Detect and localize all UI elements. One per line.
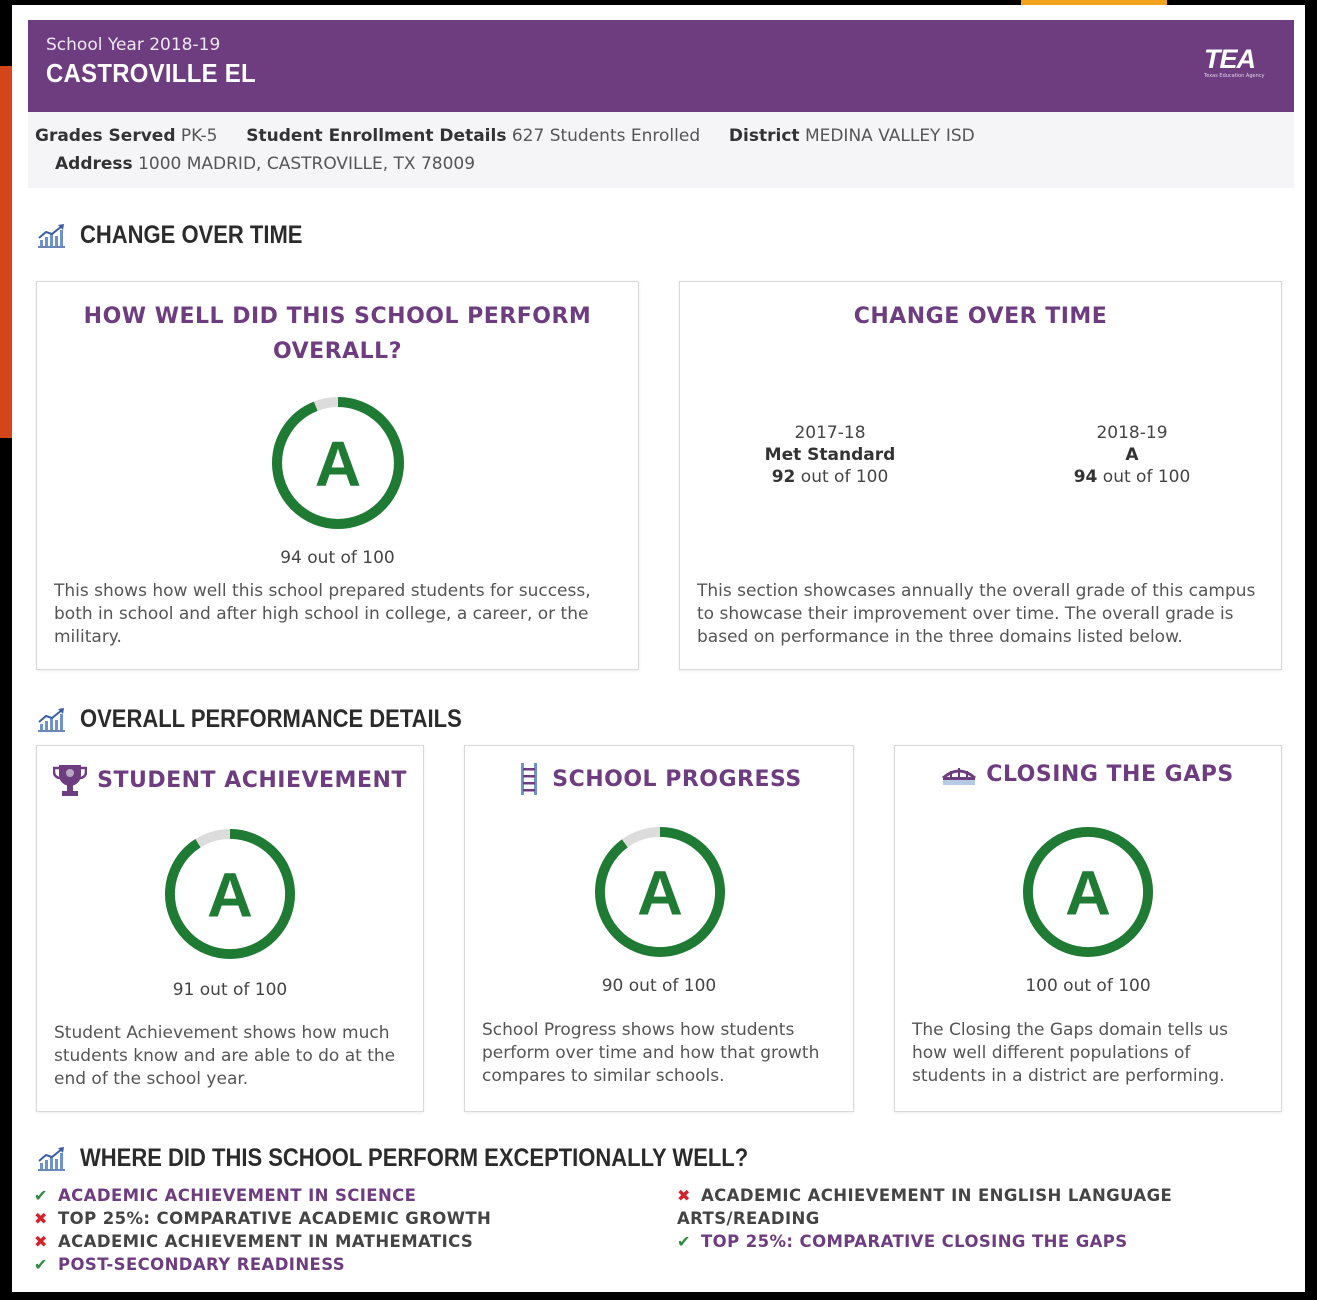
domain-heading: STUDENT ACHIEVEMENT <box>37 762 423 798</box>
domain-score: 91 out of 100 <box>172 980 288 1000</box>
chart-icon <box>38 223 65 248</box>
grade-letter: A <box>1065 858 1111 928</box>
school-name: CASTROVILLE EL <box>46 58 256 88</box>
domain-heading: SCHOOL PROGRESS <box>465 762 853 796</box>
year-column-2018-19: 2018-19 A 94 out of 100 <box>1022 422 1242 488</box>
address-row: Address 1000 MADRID, CASTROVILLE, TX 780… <box>55 154 475 174</box>
tea-logo-subtext: Texas Education Agency <box>1204 73 1265 79</box>
grade-letter: A <box>637 858 683 928</box>
domain-card-closing-the-gaps: CLOSING THE GAPS A 100 out of 100 The Cl… <box>894 745 1282 1112</box>
distinction-item: ✖ ACADEMIC ACHIEVEMENT IN ENGLISH LANGUAG… <box>677 1184 1172 1207</box>
section-title: CHANGE OVER TIME <box>80 221 303 249</box>
grade-letter: A <box>315 428 361 500</box>
distinction-label: ACADEMIC ACHIEVEMENT IN MATHEMATICS <box>58 1232 474 1251</box>
chart-icon <box>38 1146 65 1171</box>
rating-label: A <box>1125 445 1139 465</box>
report-header: School Year 2018-19 CASTROVILLE EL TEA T… <box>28 20 1294 112</box>
distinction-label: TOP 25%: COMPARATIVE CLOSING THE GAPS <box>701 1232 1128 1251</box>
overall-heading-line1: HOW WELL DID THIS SCHOOL PERFORM <box>83 304 592 329</box>
check-icon: ✔ <box>34 1255 48 1274</box>
check-icon: ✔ <box>34 1186 48 1205</box>
score-suffix: out of 100 <box>795 467 889 487</box>
distinction-item: ✔ POST-SECONDARY READINESS <box>34 1253 491 1276</box>
info-row: Grades Served PK-5 Student Enrollment De… <box>35 126 975 146</box>
cross-icon: ✖ <box>34 1232 48 1251</box>
overall-score: 94 out of 100 <box>280 548 395 568</box>
district-label: District <box>728 126 800 146</box>
overall-description: This shows how well this school prepared… <box>54 581 591 647</box>
overall-heading: HOW WELL DID THIS SCHOOL PERFORM OVERALL… <box>37 299 638 369</box>
domain-heading: CLOSING THE GAPS <box>895 762 1281 787</box>
distinction-item: ✔ ACADEMIC ACHIEVEMENT IN SCIENCE <box>34 1184 491 1207</box>
distinction-item: ✖ ACADEMIC ACHIEVEMENT IN MATHEMATICS <box>34 1230 491 1253</box>
bridge-icon <box>942 767 977 785</box>
domain-title: STUDENT ACHIEVEMENT <box>97 767 407 793</box>
trophy-icon <box>53 765 88 796</box>
cross-icon: ✖ <box>677 1186 691 1205</box>
domain-card-school-progress: SCHOOL PROGRESS A 90 out of 100 School P… <box>464 745 854 1112</box>
year-label: 2018-19 <box>1096 423 1168 443</box>
grade-ring-school-progress: A <box>595 827 725 957</box>
domain-title: CLOSING THE GAPS <box>986 762 1234 787</box>
domain-description: School Progress shows how students perfo… <box>482 1020 820 1086</box>
school-info-bar: Grades Served PK-5 Student Enrollment De… <box>28 112 1294 188</box>
year-label: 2017-18 <box>794 423 866 443</box>
change-over-time-card: CHANGE OVER TIME 2017-18 Met Standard 92… <box>679 281 1282 670</box>
year-column-2017-18: 2017-18 Met Standard 92 out of 100 <box>720 422 940 488</box>
section-change-over-time: CHANGE OVER TIME <box>38 221 333 250</box>
distinction-item-continued: ARTS/READING <box>677 1207 1172 1230</box>
tea-logo: TEA Texas Education Agency <box>1204 46 1270 80</box>
grade-ring-overall: A <box>272 397 404 529</box>
distinction-item: ✔ TOP 25%: COMPARATIVE CLOSING THE GAPS <box>677 1230 1172 1253</box>
cross-icon: ✖ <box>34 1209 48 1228</box>
distinctions-right-list: ✖ ACADEMIC ACHIEVEMENT IN ENGLISH LANGUAG… <box>677 1184 1172 1253</box>
distinction-item: ✖ TOP 25%: COMPARATIVE ACADEMIC GROWTH <box>34 1207 491 1230</box>
grade-ring-closing-the-gaps: A <box>1023 827 1153 957</box>
address-value: 1000 MADRID, CASTROVILLE, TX 78009 <box>138 154 476 174</box>
grade-ring-student-achievement: A <box>165 829 295 959</box>
overall-performance-card: HOW WELL DID THIS SCHOOL PERFORM OVERALL… <box>36 281 639 670</box>
section-overall-details: OVERALL PERFORMANCE DETAILS <box>38 705 514 734</box>
section-title: WHERE DID THIS SCHOOL PERFORM EXCEPTIONA… <box>80 1144 749 1172</box>
district-value: MEDINA VALLEY ISD <box>804 126 975 146</box>
grades-served-label: Grades Served <box>35 126 176 146</box>
score-number: 92 <box>771 467 796 487</box>
domain-score: 90 out of 100 <box>601 976 717 996</box>
domain-description: Student Achievement shows how much stude… <box>54 1023 396 1089</box>
overall-heading-line2: OVERALL? <box>273 339 402 364</box>
distinction-label: POST-SECONDARY READINESS <box>58 1255 346 1274</box>
distinction-label: ARTS/READING <box>677 1209 820 1228</box>
distinction-label: ACADEMIC ACHIEVEMENT IN ENGLISH LANGUAGE <box>701 1186 1173 1205</box>
chart-icon <box>38 707 65 732</box>
grade-letter: A <box>207 860 253 930</box>
change-heading: CHANGE OVER TIME <box>853 304 1108 329</box>
report-card-page: School Year 2018-19 CASTROVILLE EL TEA T… <box>26 18 1297 1288</box>
domain-title: SCHOOL PROGRESS <box>552 766 802 792</box>
section-title: OVERALL PERFORMANCE DETAILS <box>80 705 462 733</box>
change-description: This section showcases annually the over… <box>697 581 1256 647</box>
grades-served-value: PK-5 <box>180 126 218 146</box>
check-icon: ✔ <box>677 1232 691 1251</box>
domain-description: The Closing the Gaps domain tells us how… <box>912 1020 1229 1086</box>
school-year: School Year 2018-19 <box>46 35 221 55</box>
score-number: 94 <box>1073 467 1098 487</box>
enrollment-value: 627 Students Enrolled <box>511 126 701 146</box>
distinctions-left-list: ✔ ACADEMIC ACHIEVEMENT IN SCIENCE ✖ TOP 25… <box>34 1184 491 1276</box>
domain-card-student-achievement: STUDENT ACHIEVEMENT A 91 out of 100 Stud… <box>36 745 424 1112</box>
score-suffix: out of 100 <box>1097 467 1191 487</box>
ladder-icon <box>521 763 538 795</box>
distinction-label: TOP 25%: COMPARATIVE ACADEMIC GROWTH <box>58 1209 492 1228</box>
address-label: Address <box>55 154 133 174</box>
tea-logo-text: TEA <box>1204 44 1256 74</box>
enrollment-label: Student Enrollment Details <box>246 126 507 146</box>
distinction-label: ACADEMIC ACHIEVEMENT IN SCIENCE <box>58 1186 417 1205</box>
rating-label: Met Standard <box>764 445 896 465</box>
domain-score: 100 out of 100 <box>1025 976 1151 996</box>
section-distinctions: WHERE DID THIS SCHOOL PERFORM EXCEPTIONA… <box>38 1144 839 1173</box>
